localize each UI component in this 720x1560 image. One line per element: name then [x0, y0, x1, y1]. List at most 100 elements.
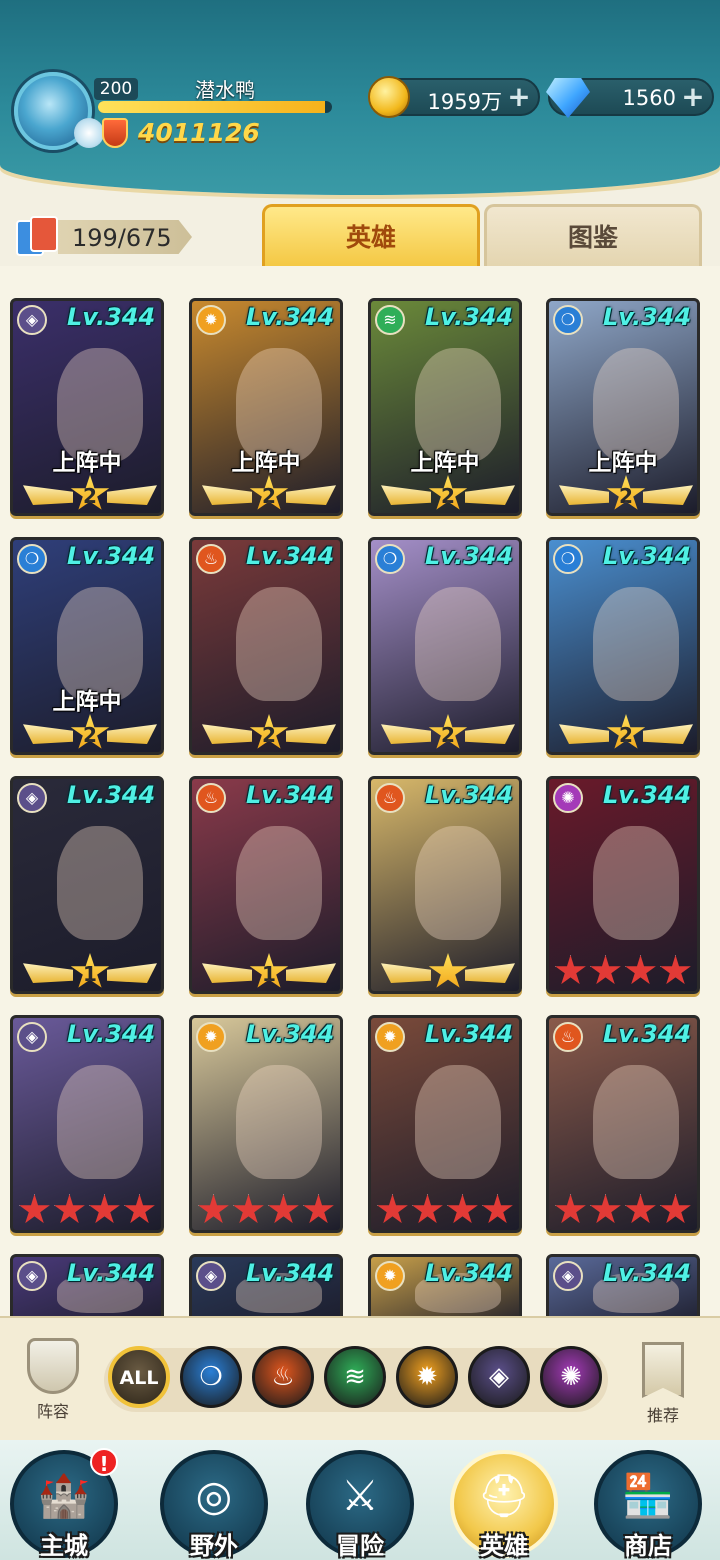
hero-cards-icon [16, 216, 60, 258]
nav-wild[interactable]: ◎ 野外 [150, 1446, 278, 1560]
red-star-icon [377, 1194, 408, 1224]
gem-amount: 1560 [622, 86, 676, 110]
nav-shop[interactable]: 🏪 商店 [584, 1446, 712, 1560]
filter-all-button[interactable]: ALL [108, 1346, 170, 1408]
hero-card[interactable]: ♨ Lv.344 1 [189, 776, 343, 994]
hero-level: Lv.344 [246, 303, 335, 331]
winged-star-rank: 2 [559, 714, 693, 750]
nav-wild-label: 野外 [190, 1532, 238, 1560]
winged-star-rank: 2 [202, 475, 336, 511]
nav-heroes[interactable]: ⛑ 英雄 [440, 1446, 568, 1560]
star-rank-badge: 2 [70, 714, 110, 749]
red-star-icon [124, 1194, 155, 1224]
hero-card[interactable]: ❍ Lv.344 上阵中 2 [10, 537, 164, 755]
hero-card[interactable]: ◈ Lv.344 [546, 1254, 700, 1316]
lineup-shield-icon [27, 1338, 79, 1394]
winged-star-rank: 2 [202, 714, 336, 750]
fire-faction-icon: ♨ [271, 1362, 295, 1392]
hero-level: Lv.344 [603, 781, 692, 809]
water-faction-icon: ❍ [17, 544, 47, 574]
hero-card[interactable]: ✹ Lv.344 [189, 1015, 343, 1233]
filter-light-button[interactable]: ✹ [396, 1346, 458, 1408]
dark-faction-icon: ◈ [489, 1362, 509, 1392]
star-rank-badge: 2 [249, 714, 289, 749]
lineup-button[interactable]: 阵容 [18, 1338, 88, 1428]
light-faction-icon: ✹ [375, 1022, 405, 1052]
gold-amount: 1959万 [427, 90, 502, 114]
tab-codex[interactable]: 图鉴 [484, 204, 702, 266]
xp-bar [98, 101, 332, 113]
player-avatar[interactable] [14, 72, 104, 150]
nav-main-city-label: 主城 [40, 1532, 88, 1560]
filter-water-button[interactable]: ❍ [180, 1346, 242, 1408]
hero-card[interactable]: ◈ Lv.344 上阵中 2 [10, 298, 164, 516]
nav-adventure[interactable]: ⚔ 冒险 [296, 1446, 424, 1560]
hero-level: Lv.344 [67, 781, 156, 809]
fire-faction-icon: ♨ [553, 1022, 583, 1052]
red-star-rank [553, 955, 693, 989]
hero-level: Lv.344 [246, 542, 335, 570]
star-rank-badge: 1 [249, 953, 289, 988]
fire-faction-icon: ♨ [196, 544, 226, 574]
nature-faction-icon: ≋ [375, 305, 405, 335]
filter-nature-button[interactable]: ≋ [324, 1346, 386, 1408]
tab-heroes[interactable]: 英雄 [262, 204, 480, 266]
nav-main-city[interactable]: 🏰 ! 主城 [0, 1446, 128, 1560]
hero-card[interactable]: ≋ Lv.344 上阵中 2 [368, 298, 522, 516]
hero-card[interactable]: ♨ Lv.344 2 [189, 537, 343, 755]
add-gems-button[interactable]: + [680, 83, 706, 111]
water-faction-icon: ❍ [553, 305, 583, 335]
winged-star-rank: 2 [381, 714, 515, 750]
hero-card[interactable]: ✹ Lv.344 [368, 1015, 522, 1233]
dark-faction-icon: ◈ [17, 783, 47, 813]
hero-card[interactable]: ❍ Lv.344 2 [368, 537, 522, 755]
hero-level: Lv.344 [603, 1259, 692, 1287]
star-rank-badge: 2 [606, 714, 646, 749]
hero-card[interactable]: ✹ Lv.344 [368, 1254, 522, 1316]
recommend-label: 推荐 [646, 1406, 679, 1425]
red-star-icon [660, 1194, 691, 1224]
red-star-icon [660, 955, 691, 985]
hero-card[interactable]: ♨ Lv.344 [368, 776, 522, 994]
add-gold-button[interactable]: + [506, 83, 532, 111]
hero-level: Lv.344 [425, 303, 514, 331]
hero-level: Lv.344 [603, 1020, 692, 1048]
hero-card[interactable]: ◈ Lv.344 [10, 1015, 164, 1233]
red-star-icon [555, 955, 586, 985]
hero-level: Lv.344 [67, 1259, 156, 1287]
hero-card[interactable]: ◈ Lv.344 [189, 1254, 343, 1316]
light-faction-icon: ✹ [416, 1362, 438, 1392]
hero-card[interactable]: ◈ Lv.344 [10, 1254, 164, 1316]
player-name: 潜水鸭 [195, 78, 255, 102]
hero-card[interactable]: ❍ Lv.344 2 [546, 537, 700, 755]
castle-icon: 🏰 [37, 1471, 91, 1520]
hero-card[interactable]: ◈ Lv.344 1 [10, 776, 164, 994]
recommend-button[interactable]: 推荐 [628, 1342, 698, 1432]
filter-dark-button[interactable]: ◈ [468, 1346, 530, 1408]
red-star-icon [54, 1194, 85, 1224]
deployed-label: 上阵中 [410, 450, 480, 476]
xp-bar-fill [98, 101, 325, 113]
hero-card[interactable]: ✺ Lv.344 [546, 776, 700, 994]
filter-fire-button[interactable]: ♨ [252, 1346, 314, 1408]
hero-card[interactable]: ✹ Lv.344 上阵中 2 [189, 298, 343, 516]
nav-shop-label: 商店 [624, 1532, 672, 1560]
hero-card[interactable]: ♨ Lv.344 [546, 1015, 700, 1233]
star-rank-badge: 2 [606, 475, 646, 510]
hero-level: Lv.344 [246, 1020, 335, 1048]
filter-void-button[interactable]: ✺ [540, 1346, 602, 1408]
fire-faction-icon: ♨ [196, 783, 226, 813]
winged-star-rank: 2 [381, 475, 515, 511]
combat-power-value: 4011126 [138, 118, 260, 147]
player-level: 200 [94, 78, 138, 100]
dark-faction-icon: ◈ [553, 1261, 583, 1291]
winged-star-rank: 2 [23, 475, 157, 511]
hero-level: Lv.344 [425, 1020, 514, 1048]
deployed-label: 上阵中 [52, 450, 122, 476]
sword-icon: ⚔ [341, 1471, 379, 1520]
thumbs-up-banner-icon [642, 1342, 684, 1398]
red-star-icon [590, 1194, 621, 1224]
red-star-icon [447, 1194, 478, 1224]
red-star-icon [19, 1194, 50, 1224]
hero-card[interactable]: ❍ Lv.344 上阵中 2 [546, 298, 700, 516]
